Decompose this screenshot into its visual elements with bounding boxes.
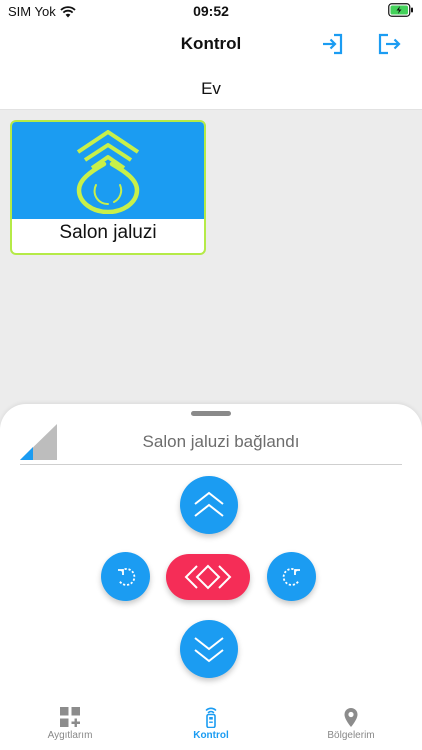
sheet-drag-handle[interactable]	[191, 411, 231, 416]
remote-control-icon	[205, 707, 217, 728]
device-card-image	[12, 122, 204, 219]
rotate-counterclockwise-icon	[117, 567, 135, 586]
blind-up-button[interactable]	[180, 476, 238, 534]
divider	[20, 464, 402, 465]
tilt-left-button[interactable]	[101, 552, 150, 601]
location-pin-icon	[344, 708, 358, 727]
tab-label: Aygıtlarım	[47, 730, 93, 741]
tilt-right-button[interactable]	[267, 552, 316, 601]
stop-button[interactable]	[166, 554, 250, 600]
grid-plus-icon	[60, 707, 80, 727]
tab-bar: Aygıtlarım Kontrol Bölgelerim	[0, 700, 422, 750]
double-chevron-down-icon	[194, 637, 224, 663]
stop-diamond-icon	[184, 564, 232, 590]
status-bar: SIM Yok 09:52	[0, 0, 422, 22]
double-chevron-up-icon	[194, 491, 224, 517]
signal-strength-icon	[20, 424, 57, 460]
tab-label: Bölgelerim	[327, 730, 375, 741]
location-header: Ev	[0, 66, 422, 110]
rotate-clockwise-icon	[282, 567, 300, 586]
device-name: Salon jaluzi	[59, 222, 157, 243]
smart-home-logo-icon	[76, 130, 140, 214]
device-card[interactable]: Salon jaluzi	[10, 120, 206, 255]
tab-label: Kontrol	[193, 730, 229, 741]
control-sheet: Salon jaluzi bağlandı	[0, 404, 422, 750]
login-icon	[323, 33, 343, 55]
battery-charging-icon	[388, 3, 413, 17]
login-button[interactable]	[320, 31, 346, 57]
tab-regions[interactable]: Bölgelerim	[281, 706, 421, 741]
tab-devices[interactable]: Aygıtlarım	[0, 706, 140, 741]
location-name[interactable]: Ev	[0, 79, 422, 99]
clock: 09:52	[193, 3, 229, 19]
tab-control[interactable]: Kontrol	[141, 706, 281, 741]
blind-down-button[interactable]	[180, 620, 238, 678]
navigation-bar: Kontrol	[0, 22, 422, 66]
page-title: Kontrol	[180, 34, 242, 53]
logout-button[interactable]	[376, 31, 402, 57]
connection-status: Salon jaluzi bağlandı	[142, 432, 300, 451]
logout-icon	[378, 33, 401, 55]
